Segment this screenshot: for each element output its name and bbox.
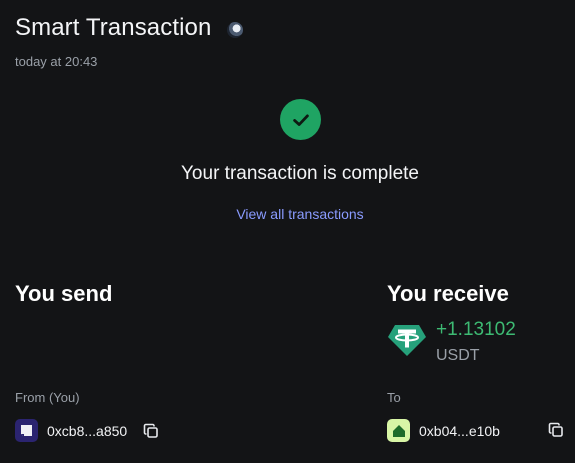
- page-title: Smart Transaction: [15, 14, 212, 41]
- received-token: +1.13102 USDT: [387, 319, 516, 365]
- token-symbol: USDT: [436, 347, 480, 364]
- timestamp: today at 20:43: [15, 54, 98, 69]
- account-avatar-icon: [387, 419, 410, 442]
- from-label: From (You): [15, 390, 80, 405]
- you-send-heading: You send: [15, 281, 113, 306]
- view-all-transactions-link[interactable]: View all transactions: [0, 206, 575, 222]
- header: Smart Transaction: [15, 14, 244, 42]
- to-label: To: [387, 390, 401, 405]
- tether-usdt-icon: [387, 319, 427, 364]
- from-address-row: 0xcb8...a850: [15, 419, 160, 442]
- to-address-row: 0xb04...e10b: [387, 419, 500, 442]
- token-amounts: +1.13102 USDT: [436, 319, 516, 365]
- check-circle-icon: [280, 99, 321, 140]
- smart-transaction-page: Smart Transaction today at 20:43 Your tr…: [0, 0, 575, 463]
- copy-icon[interactable]: [547, 421, 565, 439]
- status-message: Your transaction is complete: [181, 163, 419, 184]
- you-receive-heading: You receive: [387, 281, 509, 306]
- received-amount: +1.13102: [436, 319, 516, 340]
- network-globe-icon: [227, 22, 244, 38]
- to-address: 0xb04...e10b: [419, 422, 500, 439]
- account-avatar-icon: [15, 419, 38, 442]
- from-address: 0xcb8...a850: [47, 422, 128, 439]
- copy-icon[interactable]: [142, 422, 160, 440]
